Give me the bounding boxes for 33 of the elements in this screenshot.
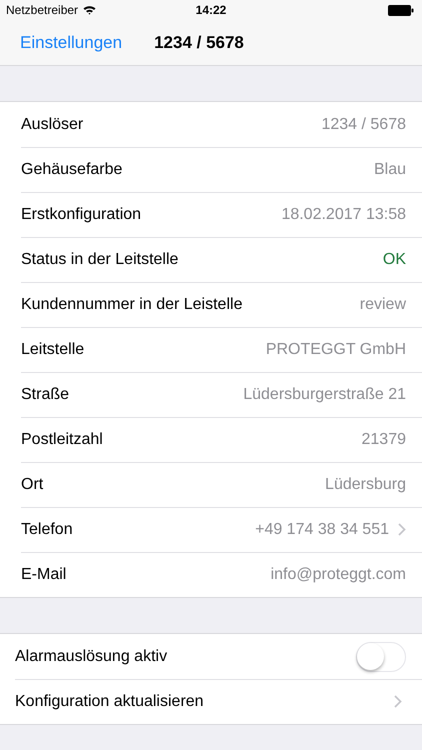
row-value: Lüdersburg bbox=[325, 476, 406, 494]
chevron-icon[interactable] bbox=[394, 695, 402, 708]
row-label: Telefon bbox=[21, 520, 73, 538]
row-value: 18.02.2017 13:58 bbox=[281, 206, 406, 224]
row-label: Alarmauslösung aktiv bbox=[15, 648, 168, 666]
row-value: 1234 / 5678 bbox=[321, 116, 406, 134]
wifi-icon bbox=[83, 5, 96, 15]
carrier-name: Netzbetreiber bbox=[6, 3, 78, 17]
row-label: Gehäusefarbe bbox=[21, 160, 122, 178]
row-label: Konfiguration aktualisieren bbox=[15, 692, 204, 710]
row-label: Status in der Leitstelle bbox=[21, 250, 178, 268]
battery-icon bbox=[388, 4, 414, 16]
back-link[interactable]: Einstellungen bbox=[20, 32, 122, 52]
row-label: Kundennummer in der Leistelle bbox=[21, 296, 242, 314]
toggle-switch[interactable] bbox=[356, 642, 406, 672]
row-value: info@proteggt.com bbox=[270, 566, 406, 584]
row-value: OK bbox=[382, 250, 406, 268]
row-value: review bbox=[360, 296, 406, 314]
row-label: Leitstelle bbox=[21, 340, 84, 358]
row-value: 21379 bbox=[362, 430, 406, 448]
nav-title: 1234 / 5678 bbox=[154, 32, 244, 52]
row-label: E-Mail bbox=[21, 566, 66, 584]
row-value: Blau bbox=[374, 160, 406, 178]
row-label: Ort bbox=[21, 476, 44, 494]
row-label: Erstkonfiguration bbox=[21, 206, 142, 224]
row-value: +49 174 38 34 551 bbox=[255, 520, 389, 538]
row-value: Lüdersburgerstraße 21 bbox=[243, 386, 406, 404]
row-label: Straße bbox=[21, 386, 70, 404]
status-time: 14:22 bbox=[196, 3, 226, 17]
row-label: Auslöser bbox=[21, 116, 84, 134]
chevron-icon[interactable] bbox=[398, 523, 406, 536]
row-label: Postleitzahl bbox=[21, 430, 103, 448]
row-value: PROTEGGT GmbH bbox=[266, 340, 406, 358]
